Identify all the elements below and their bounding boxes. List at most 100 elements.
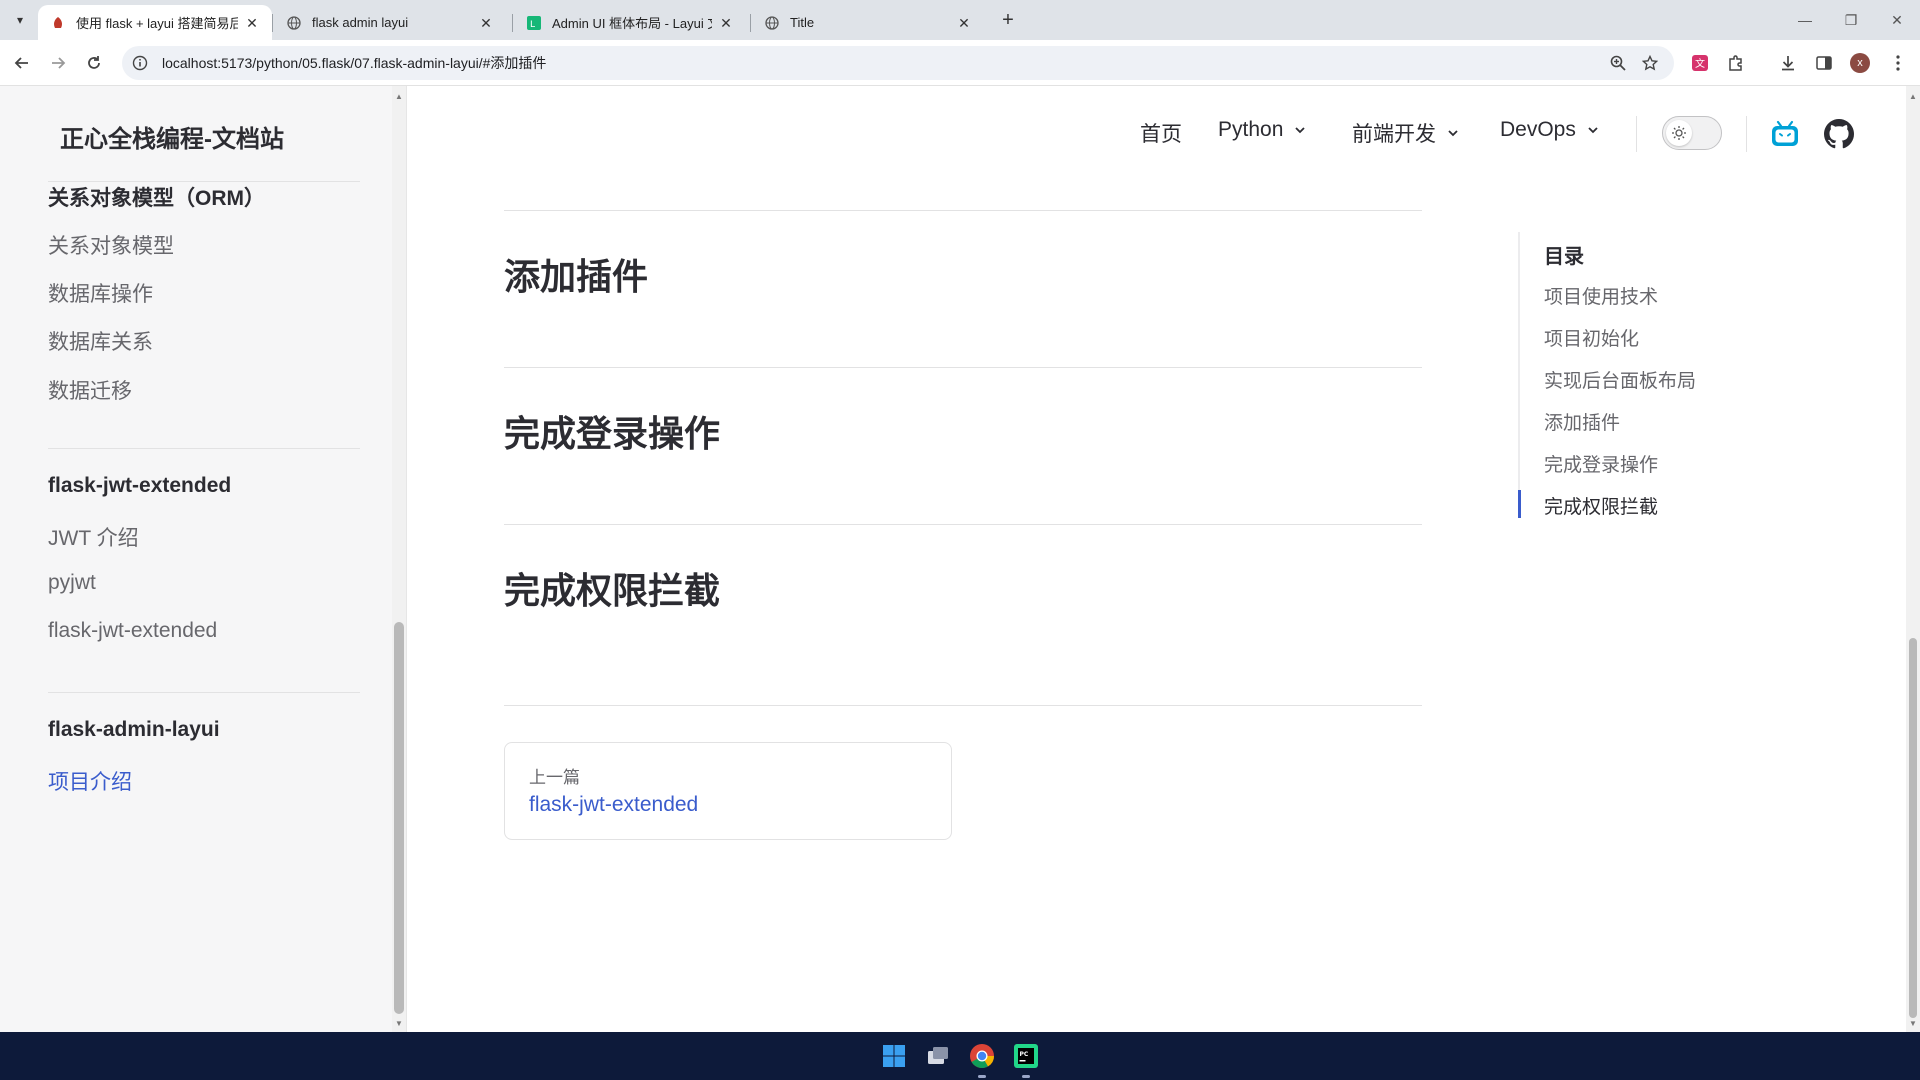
tab-separator <box>750 14 751 32</box>
pycharm-icon[interactable]: PC <box>1010 1040 1042 1078</box>
bookmark-star-icon[interactable] <box>1640 53 1660 73</box>
tab-search-chevron-icon[interactable]: ▾ <box>8 8 32 32</box>
profile-initial: x <box>1850 53 1870 73</box>
theme-toggle-switch[interactable] <box>1662 116 1722 150</box>
sidebar-item[interactable]: flask-jwt-extended <box>48 619 217 643</box>
heading-login: 完成登录操作 <box>504 413 721 454</box>
running-indicator <box>1022 1075 1030 1078</box>
nav-devops-label: DevOps <box>1500 118 1576 141</box>
sidebar-group-title: flask-jwt-extended <box>48 474 232 497</box>
scroll-down-arrow-icon[interactable]: ▼ <box>395 1019 403 1028</box>
nav-divider <box>1636 116 1637 152</box>
scroll-up-arrow-icon[interactable]: ▲ <box>1909 92 1917 101</box>
sidebar-group-title: 关系对象模型（ORM） <box>48 187 265 210</box>
github-icon[interactable] <box>1823 118 1855 150</box>
tab-separator <box>272 14 273 32</box>
new-tab-plus-icon[interactable]: + <box>996 8 1020 32</box>
address-url[interactable]: localhost:5173/python/05.flask/07.flask-… <box>162 53 546 73</box>
windows-start-icon[interactable] <box>878 1040 910 1072</box>
browser-tab-3[interactable]: L Admin UI 框体布局 - Layui 文档 ✕ <box>514 5 746 40</box>
site-title[interactable]: 正心全栈编程-文档站 <box>60 119 284 154</box>
browser-tab-bar: ▾ 使用 flask + layui 搭建简易后台 ✕ flask admin … <box>0 0 1920 40</box>
outline-item[interactable]: 实现后台面板布局 <box>1544 366 1696 393</box>
side-panel-icon[interactable] <box>1812 51 1836 75</box>
download-icon[interactable] <box>1776 51 1800 75</box>
nav-devops-dropdown[interactable]: DevOps <box>1500 118 1600 142</box>
outline-active-marker <box>1518 490 1521 518</box>
sidebar-item[interactable]: JWT 介绍 <box>48 522 139 552</box>
footer-divider <box>504 705 1422 706</box>
task-view-icon[interactable] <box>922 1040 954 1072</box>
sidebar-item[interactable]: 关系对象模型 <box>48 230 174 260</box>
browser-tab-title: flask admin layui <box>312 15 409 30</box>
back-arrow-icon[interactable] <box>10 51 34 75</box>
close-tab-icon[interactable]: ✕ <box>244 15 260 31</box>
browser-tab-title: 使用 flask + layui 搭建简易后台 <box>76 16 238 31</box>
nav-home-label: 首页 <box>1140 123 1182 146</box>
outline-item[interactable]: 添加插件 <box>1544 408 1620 435</box>
page-scroll-thumb[interactable] <box>1909 638 1917 1018</box>
close-tab-icon[interactable]: ✕ <box>956 15 972 31</box>
site-favicon-icon <box>50 15 66 31</box>
browser-tab-2[interactable]: flask admin layui ✕ <box>274 5 506 40</box>
profile-avatar[interactable]: x <box>1848 51 1872 75</box>
scroll-down-arrow-icon[interactable]: ▼ <box>1909 1019 1917 1028</box>
more-menu-icon[interactable] <box>1886 51 1910 75</box>
prev-page-link[interactable]: 上一篇 flask-jwt-extended <box>504 742 952 840</box>
nav-python-label: Python <box>1218 118 1284 141</box>
site-info-icon[interactable] <box>130 53 150 73</box>
zoom-icon[interactable] <box>1608 53 1628 73</box>
chevron-down-icon <box>1295 127 1306 134</box>
sidebar-divider <box>48 448 360 449</box>
outline-item[interactable]: 项目初始化 <box>1544 324 1639 351</box>
address-bar[interactable]: localhost:5173/python/05.flask/07.flask-… <box>122 46 1674 80</box>
chrome-icon[interactable] <box>966 1040 998 1078</box>
browser-tab-4[interactable]: Title ✕ <box>752 5 984 40</box>
window-close-icon[interactable]: ✕ <box>1874 0 1920 40</box>
browser-toolbar: localhost:5173/python/05.flask/07.flask-… <box>0 40 1920 86</box>
top-navigation: 首页 Python 前端开发 DevOps <box>407 86 1908 182</box>
prev-page-label: 上一篇 <box>529 768 580 787</box>
content-border <box>406 86 407 1032</box>
sidebar-item[interactable]: pyjwt <box>48 571 96 595</box>
sidebar-item-active[interactable]: 项目介绍 <box>48 766 132 796</box>
bilibili-icon[interactable] <box>1769 118 1801 150</box>
sidebar-scrollbar[interactable]: ▲ ▼ <box>392 86 406 1032</box>
docs-sidebar: 正心全栈编程-文档站 关系对象模型（ORM） 关系对象模型 数据库操作 数据库关… <box>0 86 392 1032</box>
nav-python-dropdown[interactable]: Python <box>1218 118 1307 142</box>
translate-extension-icon[interactable]: 文 <box>1688 51 1712 75</box>
nav-frontend-dropdown[interactable]: 前端开发 <box>1352 118 1460 148</box>
windows-taskbar: PC <box>0 1032 1920 1080</box>
restore-icon[interactable]: ❐ <box>1828 0 1874 40</box>
prev-page-title: flask-jwt-extended <box>529 793 699 816</box>
nav-home-link[interactable]: 首页 <box>1140 118 1182 148</box>
sidebar-item[interactable]: 数据库关系 <box>48 326 153 356</box>
svg-text:PC: PC <box>1020 1051 1029 1058</box>
heading-permission: 完成权限拦截 <box>504 570 721 611</box>
sidebar-item[interactable]: 数据库操作 <box>48 278 153 308</box>
nav-divider <box>1746 116 1747 152</box>
outline-rail <box>1518 232 1520 518</box>
sidebar-item[interactable]: 数据迁移 <box>48 375 132 405</box>
close-tab-icon[interactable]: ✕ <box>478 15 494 31</box>
extensions-puzzle-icon[interactable] <box>1724 51 1748 75</box>
tab-separator <box>512 14 513 32</box>
running-indicator <box>978 1075 986 1078</box>
sidebar-divider <box>48 692 360 693</box>
outline-item[interactable]: 完成登录操作 <box>1544 450 1658 477</box>
outline-item[interactable]: 项目使用技术 <box>1544 282 1658 309</box>
outline-item-active[interactable]: 完成权限拦截 <box>1544 492 1658 519</box>
browser-tab-1[interactable]: 使用 flask + layui 搭建简易后台 ✕ <box>38 5 272 40</box>
close-tab-icon[interactable]: ✕ <box>718 15 734 31</box>
page-scrollbar[interactable]: ▲ ▼ <box>1906 86 1920 1032</box>
minimize-icon[interactable]: — <box>1782 0 1828 40</box>
chevron-down-icon <box>1448 130 1458 137</box>
sidebar-scroll-thumb[interactable] <box>394 622 404 1014</box>
reload-icon[interactable] <box>82 51 106 75</box>
section-divider <box>504 524 1422 525</box>
forward-arrow-icon[interactable] <box>46 51 70 75</box>
section-divider <box>504 210 1422 211</box>
outline-title: 目录 <box>1544 246 1584 268</box>
layui-favicon-icon: L <box>526 15 542 31</box>
scroll-up-arrow-icon[interactable]: ▲ <box>395 92 403 101</box>
